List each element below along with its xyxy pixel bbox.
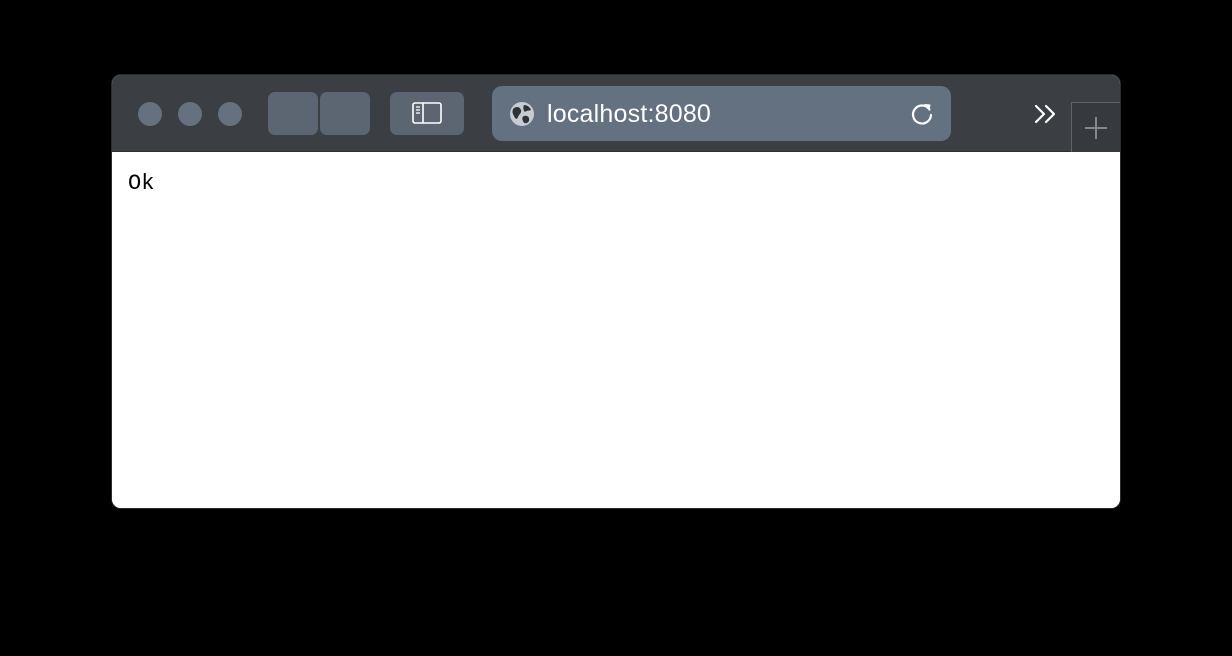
- page-content: Ok: [112, 152, 1120, 508]
- address-bar[interactable]: localhost:8080: [492, 86, 951, 141]
- new-tab-button[interactable]: [1071, 102, 1120, 152]
- plus-icon: [1085, 117, 1107, 139]
- close-window-button[interactable]: [138, 102, 162, 126]
- minimize-window-button[interactable]: [178, 102, 202, 126]
- browser-toolbar: localhost:8080: [112, 75, 1120, 152]
- browser-window: localhost:8080 Ok: [112, 75, 1120, 508]
- sidebar-toggle-button[interactable]: [390, 92, 464, 135]
- sidebar-icon: [412, 102, 442, 124]
- chevrons-right-icon[interactable]: [1032, 101, 1058, 127]
- url-text[interactable]: localhost:8080: [547, 99, 711, 129]
- forward-button[interactable]: [320, 92, 370, 135]
- page-body-text: Ok: [128, 171, 155, 196]
- maximize-window-button[interactable]: [218, 102, 242, 126]
- reload-icon[interactable]: [909, 101, 935, 127]
- back-button[interactable]: [268, 92, 318, 135]
- globe-icon: [510, 102, 534, 126]
